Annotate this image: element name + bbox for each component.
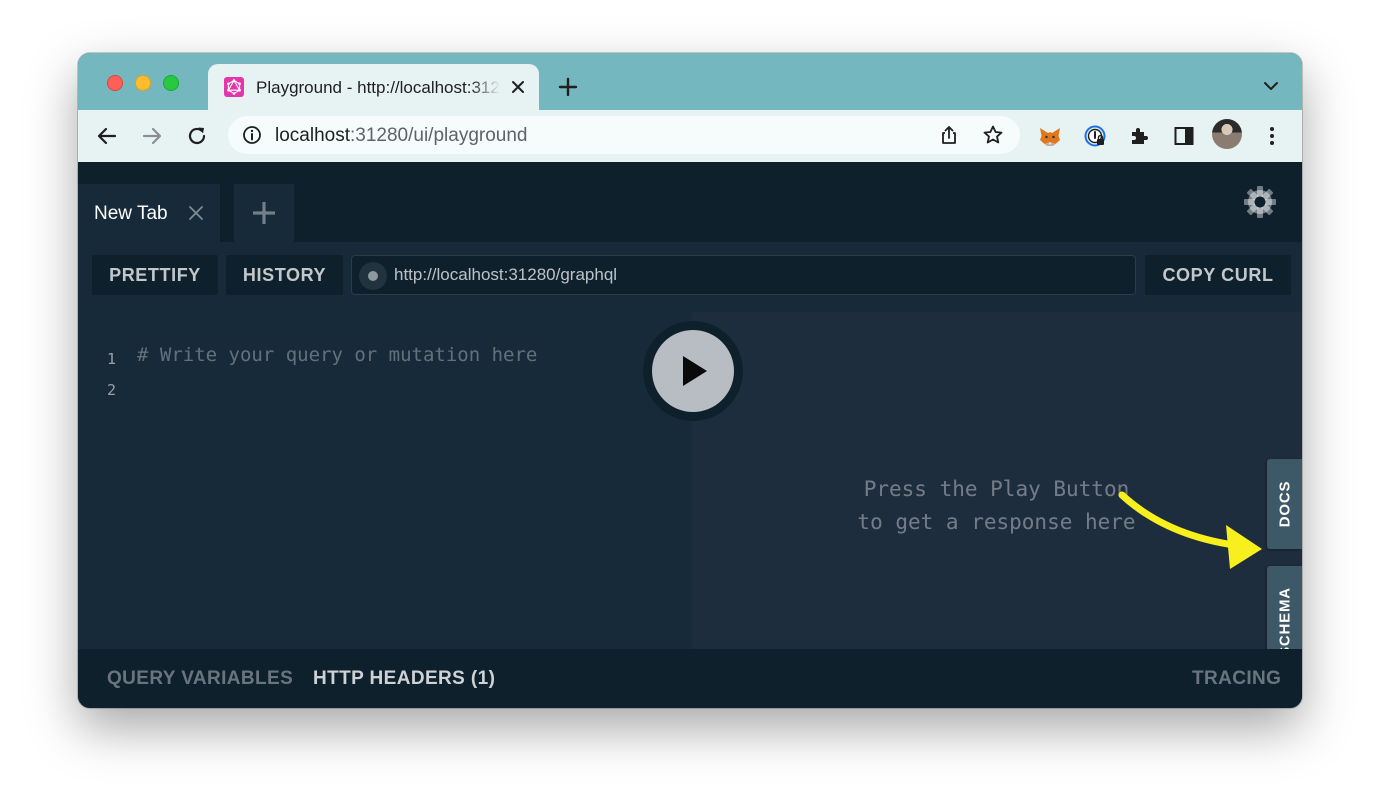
bottom-bar: QUERY VARIABLES HTTP HEADERS (1) TRACING (78, 649, 1302, 708)
playground-controls: PRETTIFY HISTORY http://localhost:31280/… (78, 242, 1302, 312)
schema-tab-label: SCHEMA (1276, 587, 1293, 657)
result-pane: Press the Play Button to get a response … (691, 312, 1302, 649)
tracing-tab[interactable]: TRACING (1192, 668, 1281, 690)
playground-tab-bar: New Tab (78, 162, 1302, 242)
zoom-window-button[interactable] (163, 75, 179, 91)
plus-icon (253, 202, 275, 224)
history-button[interactable]: HISTORY (226, 255, 343, 295)
tab-label: New Tab (94, 203, 168, 224)
add-tab-button[interactable] (234, 184, 294, 242)
endpoint-url-text: http://localhost:31280/graphql (394, 265, 618, 284)
play-icon (683, 356, 707, 386)
docs-tab-label: DOCS (1276, 480, 1293, 528)
close-tab-icon[interactable] (188, 205, 204, 221)
copy-curl-button[interactable]: COPY CURL (1145, 255, 1291, 295)
line-number: 2 (106, 381, 116, 399)
query-variables-tab[interactable]: QUERY VARIABLES (107, 668, 293, 690)
new-browser-tab-icon[interactable] (556, 75, 580, 99)
line-number: 1 (106, 350, 116, 368)
code-line: # Write your query or mutation here (137, 344, 538, 366)
connection-status-icon (359, 262, 387, 290)
address-bar[interactable]: localhost:31280/ui/playground (228, 116, 1020, 154)
profile-avatar[interactable] (1212, 119, 1242, 149)
browser-tab-title: Playground - http://localhost:31280/ui/p… (256, 78, 500, 97)
password-extension-icon[interactable] (1083, 124, 1107, 148)
docs-tab[interactable]: DOCS (1267, 459, 1302, 549)
tab-search-chevron-icon[interactable] (1262, 79, 1280, 93)
minimize-window-button[interactable] (135, 75, 151, 91)
tab-new-tab[interactable]: New Tab (78, 184, 220, 242)
metamask-extension-icon[interactable] (1038, 124, 1062, 148)
close-tab-icon[interactable] (509, 78, 527, 96)
http-headers-tab[interactable]: HTTP HEADERS (1) (313, 668, 495, 690)
reload-icon[interactable] (185, 124, 209, 148)
settings-gear-icon[interactable] (1243, 185, 1277, 219)
share-icon[interactable] (938, 124, 960, 146)
side-panel-icon[interactable] (1172, 124, 1196, 148)
query-editor[interactable]: 1 2 # Write your query or mutation here (78, 312, 691, 649)
graphql-favicon-icon (224, 77, 244, 97)
address-url[interactable]: localhost:31280/ui/playground (275, 125, 527, 147)
bookmark-star-icon[interactable] (982, 124, 1004, 146)
browser-window: Playground - http://localhost:31280/ui/p… (78, 53, 1302, 708)
prettify-button[interactable]: PRETTIFY (92, 255, 218, 295)
extensions-puzzle-icon[interactable] (1127, 124, 1151, 148)
line-numbers: 1 2 (100, 344, 116, 406)
forward-icon[interactable] (140, 124, 164, 148)
browser-toolbar: localhost:31280/ui/playground (78, 110, 1302, 162)
url-path: :31280/ui/playground (350, 125, 528, 146)
annotation-arrow-icon (1118, 491, 1262, 569)
kebab-menu-icon[interactable] (1260, 124, 1284, 148)
site-info-icon[interactable] (242, 125, 262, 145)
play-button-ring (643, 321, 743, 421)
back-icon[interactable] (95, 124, 119, 148)
endpoint-url-input[interactable]: http://localhost:31280/graphql (351, 255, 1136, 295)
close-window-button[interactable] (107, 75, 123, 91)
url-host: localhost (275, 125, 350, 146)
execute-query-button[interactable] (652, 330, 734, 412)
browser-tab-playground[interactable]: Playground - http://localhost:31280/ui/p… (208, 64, 539, 110)
browser-tab-strip: Playground - http://localhost:31280/ui/p… (78, 53, 1302, 110)
editor-code[interactable]: # Write your query or mutation here (137, 344, 537, 366)
